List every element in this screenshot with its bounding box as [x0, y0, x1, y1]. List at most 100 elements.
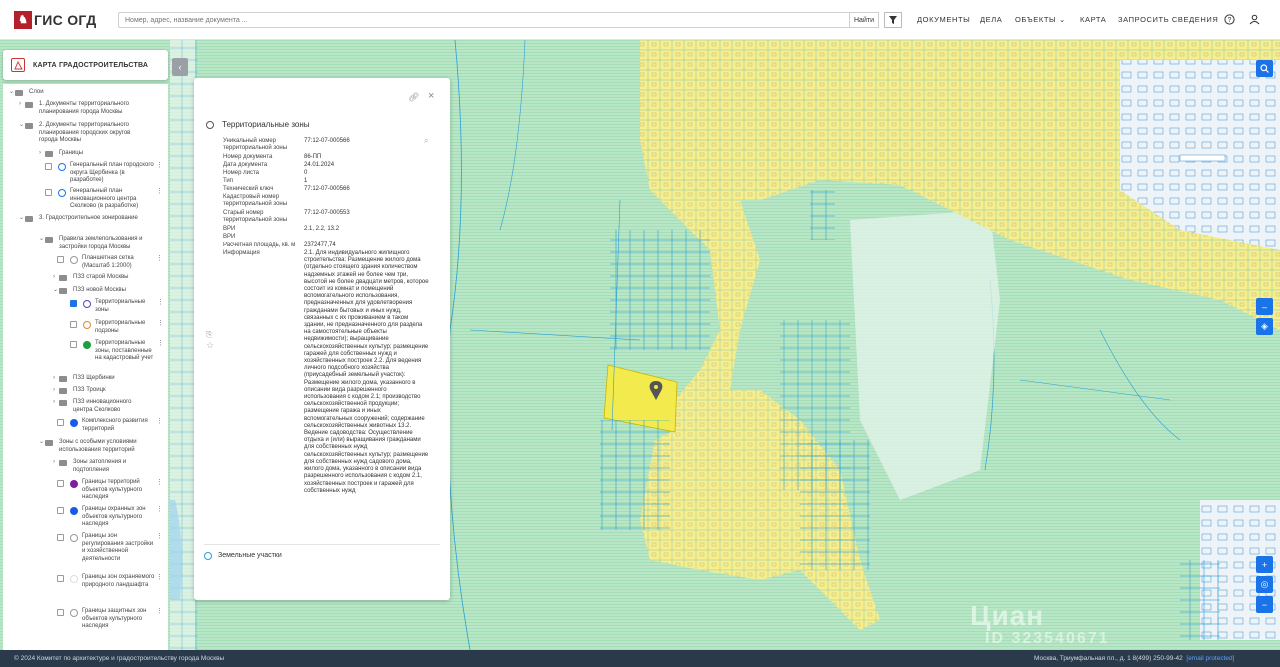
layer-checkbox[interactable] [70, 341, 77, 348]
layer-style-icon [83, 300, 91, 308]
tree-label: Зоны с особыми условиями использования т… [59, 439, 137, 453]
tree-item[interactable]: Границы охранных зон объектов культурног… [57, 506, 163, 529]
tree-item[interactable]: › ПЗЗ инновационного центра Сколково [53, 399, 145, 414]
tree-item[interactable]: › 1. Документы территориального планирова… [19, 101, 149, 116]
tree-item[interactable]: › Зоны затопления и подтопления [53, 459, 145, 474]
field-key: Тип [223, 178, 234, 184]
header: ♞ ГИС ОГД Найти ДОКУМЕНТЫ ДЕЛА ОБЪЕКТЫ ⌄… [0, 0, 1280, 40]
tree-label: Территориальные зоны [95, 299, 146, 313]
more-icon[interactable]: ⋮ [156, 533, 163, 541]
nav-documents[interactable]: ДОКУМЕНТЫ [917, 15, 970, 24]
more-icon[interactable]: ⋮ [156, 418, 163, 426]
folder-icon [59, 288, 67, 294]
tree-item[interactable]: Территориальные зоны, поставленные на ка… [70, 340, 164, 363]
tree-item[interactable]: Границы защитных зон объектов культурног… [57, 608, 163, 631]
more-icon[interactable]: ⋮ [156, 162, 163, 170]
tree-item[interactable]: Генеральный план инновационного центра С… [45, 188, 163, 211]
tree-item[interactable]: Границы территорий объектов культурного … [57, 479, 163, 502]
field-key: ВРИ [223, 226, 236, 232]
nav-objects-label: ОБЪЕКТЫ [1015, 15, 1057, 24]
field-key: Уникальный номер территориальной зоны [223, 138, 288, 151]
layer-checkbox[interactable] [57, 575, 64, 582]
tree-label: ПЗЗ инновационного центра Сколково [73, 399, 132, 413]
tree-item[interactable]: › ПЗЗ старой Москвы [53, 274, 128, 282]
link-icon[interactable]: 🔗︎ [408, 92, 419, 103]
tree-label: ПЗЗ Щербинки [73, 375, 115, 381]
map-search-button[interactable] [1256, 60, 1273, 77]
folder-icon [25, 216, 33, 222]
chevron-left-icon: ‹ [178, 62, 182, 72]
layer-checkbox[interactable] [57, 507, 64, 514]
tree-item[interactable]: ⌄ Правила землепользования и застройки го… [39, 236, 151, 251]
search-icon[interactable]: ⌕ [424, 136, 428, 146]
more-icon[interactable]: ⋮ [157, 340, 164, 348]
user-icon[interactable] [1247, 12, 1261, 26]
tree-item[interactable]: Планшетная сетка (Масштаб 1:2000) ⋮ [57, 255, 163, 270]
address-phone: Москва, Триумфальная пл., д. 1 8(499) 25… [1034, 655, 1183, 662]
more-icon[interactable]: ⋮ [156, 574, 163, 582]
tree-item[interactable]: ⌄ ПЗЗ новой Москвы [53, 287, 126, 295]
layer-checkbox[interactable] [57, 609, 64, 616]
tree-item[interactable]: Комплексного развития территорий ⋮ [57, 418, 163, 433]
tree-label: Генеральный план инновационного центра С… [70, 188, 139, 209]
more-icon[interactable]: ⋮ [156, 479, 163, 487]
tree-label: Границы зон охраняемого природного ландш… [82, 574, 155, 588]
map-layer [0, 40, 1280, 650]
field-value: 86-ПП [304, 154, 322, 160]
tree-label: Территориальные подзоны [95, 320, 146, 334]
tree-item[interactable]: Генеральный план городского округа Щерби… [45, 162, 163, 185]
filter-button[interactable] [884, 12, 902, 28]
tree-item[interactable]: Границы зон регулирования застройки и хо… [57, 533, 163, 563]
tree-item[interactable]: › ПЗЗ Троицк [53, 387, 106, 395]
map-canvas[interactable]: Циан ID 323540671 [0, 40, 1280, 650]
layers-icon: ◈ [1261, 321, 1268, 331]
zoom-out-button[interactable]: − [1256, 596, 1273, 613]
more-icon[interactable]: ⋮ [157, 299, 164, 307]
layer-style-icon [83, 321, 91, 329]
layer-checkbox[interactable] [45, 189, 52, 196]
tree-item[interactable]: ⌄ 3. Градостроительное зонирование [19, 215, 149, 223]
more-icon[interactable]: ⋮ [157, 320, 164, 328]
copy-icon[interactable]: ⎘ [206, 330, 212, 340]
layer-checkbox[interactable] [57, 534, 64, 541]
folder-icon [59, 376, 67, 382]
layers-button[interactable]: ◈ [1256, 318, 1273, 335]
more-icon[interactable]: ⋮ [156, 608, 163, 616]
tree-item[interactable]: ⌄ Зоны с особыми условиями использования … [39, 439, 154, 454]
logo[interactable]: ♞ ГИС ОГД [14, 10, 114, 29]
locate-button[interactable]: ◎ [1256, 576, 1273, 593]
tree-label: Границы защитных зон объектов культурног… [82, 608, 147, 629]
collapse-panel-button[interactable]: – [1256, 298, 1273, 315]
tree-item[interactable]: ⌄ 2. Документы территориального планирова… [19, 122, 149, 145]
layer-checkbox[interactable] [57, 419, 64, 426]
nav-map[interactable]: КАРТА [1080, 15, 1106, 24]
find-button[interactable]: Найти [849, 12, 879, 28]
layer-checkbox[interactable] [57, 480, 64, 487]
card-footer-item[interactable]: Земельные участки [204, 544, 440, 560]
more-icon[interactable]: ⋮ [156, 188, 163, 196]
layer-checkbox-checked[interactable] [70, 300, 77, 307]
layer-checkbox[interactable] [70, 321, 77, 328]
email-link[interactable]: [email protected] [1186, 655, 1234, 662]
nav-cases[interactable]: ДЕЛА [980, 15, 1002, 24]
tree-item[interactable]: › ПЗЗ Щербинки [53, 375, 115, 383]
zoom-in-button[interactable]: + [1256, 556, 1273, 573]
more-icon[interactable]: ⋮ [156, 255, 163, 263]
nav-objects[interactable]: ОБЪЕКТЫ ⌄ [1015, 15, 1066, 24]
tree-item[interactable]: Территориальные зоны ⋮ [70, 299, 164, 314]
card-title[interactable]: Территориальные зоны [206, 120, 310, 129]
layer-checkbox[interactable] [45, 163, 52, 170]
tree-label: Комплексного развития территорий [82, 418, 148, 432]
tree-item[interactable]: Территориальные подзоны ⋮ [70, 320, 164, 335]
collapse-left-panel-button[interactable]: ‹ [172, 58, 188, 76]
search-input[interactable] [118, 12, 878, 28]
nav-request-info[interactable]: ЗАПРОСИТЬ СВЕДЕНИЯ [1118, 15, 1218, 24]
help-icon[interactable]: ? [1222, 12, 1236, 26]
tree-item[interactable]: ⌄ Слои [9, 89, 44, 97]
tree-item[interactable]: Границы зон охраняемого природного ландш… [57, 574, 163, 589]
layer-checkbox[interactable] [57, 256, 64, 263]
star-icon[interactable]: ☆ [206, 340, 214, 351]
tree-item[interactable]: › Границы [39, 150, 83, 158]
more-icon[interactable]: ⋮ [156, 506, 163, 514]
close-icon[interactable]: × [428, 90, 434, 102]
